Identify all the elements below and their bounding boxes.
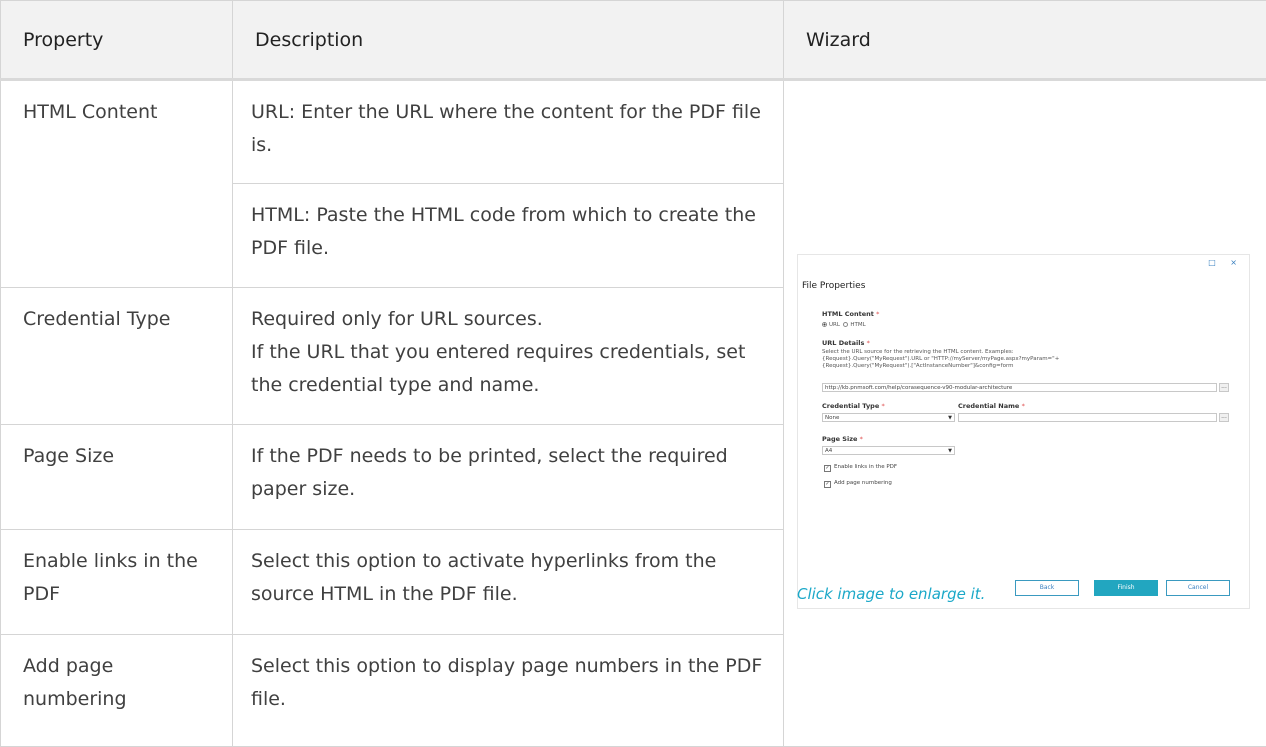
credential-name-label: Credential Name * — [958, 402, 1025, 410]
chevron-down-icon: ▼ — [948, 448, 952, 454]
url-details-label: URL Details * — [822, 339, 870, 347]
header-property: Property — [0, 0, 233, 81]
url-browse-button[interactable]: ... — [1219, 383, 1229, 392]
checkbox-checked-icon: ✓ — [824, 481, 831, 488]
window-controls[interactable]: □ × — [1208, 258, 1243, 267]
credential-name-input[interactable] — [958, 413, 1217, 422]
property-cell: Credential Type — [0, 287, 233, 425]
enable-links-checkbox[interactable]: ✓ Enable links in the PDF — [824, 464, 897, 472]
description-line: If the URL that you entered requires cre… — [251, 341, 746, 396]
property-cell: Add page numbering — [0, 634, 233, 747]
add-numbering-checkbox[interactable]: ✓ Add page numbering — [824, 480, 892, 488]
checkbox-checked-icon: ✓ — [824, 465, 831, 472]
credential-type-select[interactable]: None ▼ — [822, 413, 955, 422]
header-description: Description — [232, 0, 784, 81]
property-cell: Page Size — [0, 424, 233, 530]
html-content-label: HTML Content * — [822, 310, 880, 318]
description-cell: If the PDF needs to be printed, select t… — [232, 424, 784, 530]
table-row: HTML Content URL: Enter the URL where th… — [0, 79, 1266, 747]
description-cell: Select this option to activate hyperlink… — [232, 529, 784, 635]
header-row: Property Description Wizard — [0, 0, 1266, 81]
credential-browse-button[interactable]: ... — [1219, 413, 1229, 422]
html-content-radios[interactable]: URL HTML — [822, 322, 866, 329]
enlarge-caption-link[interactable]: Click image to enlarge it. — [797, 585, 985, 603]
url-input[interactable]: http://kb.pnmsoft.com/help/corasequence-… — [822, 383, 1217, 392]
header-wizard: Wizard — [783, 0, 1266, 81]
property-cell: Enable links in the PDF — [0, 529, 233, 635]
page-size-label: Page Size * — [822, 435, 863, 443]
back-button[interactable]: Back — [1015, 580, 1079, 596]
radio-url-icon[interactable] — [822, 322, 827, 327]
property-cell: HTML Content — [0, 79, 233, 288]
description-line: Required only for URL sources. — [251, 308, 543, 330]
credential-type-label: Credential Type * — [822, 402, 885, 410]
wizard-title: File Properties — [802, 281, 866, 291]
url-help-line: Select the URL source for the retrieving… — [822, 349, 1014, 355]
description-cell: Required only for URL sources. If the URL… — [232, 287, 784, 425]
finish-button[interactable]: Finish — [1094, 580, 1158, 596]
wizard-screenshot[interactable]: □ × File Properties HTML Content * URL H… — [797, 254, 1250, 609]
page: Property Description Wizard HTML Content… — [0, 0, 1266, 747]
description-cell: Select this option to display page numbe… — [232, 634, 784, 747]
chevron-down-icon: ▼ — [948, 415, 952, 421]
cancel-button[interactable]: Cancel — [1166, 580, 1230, 596]
description-cell: HTML: Paste the HTML code from which to … — [232, 183, 784, 288]
radio-html-icon[interactable] — [843, 322, 849, 327]
url-help-line: {Request}.Query("MyRequest").URL or "HTT… — [822, 356, 1060, 362]
page-size-select[interactable]: A4 ▼ — [822, 446, 955, 455]
url-help-line: {Request}.Query("MyRequest").["ActInstan… — [822, 363, 1014, 369]
description-cell: URL: Enter the URL where the content for… — [232, 79, 784, 184]
